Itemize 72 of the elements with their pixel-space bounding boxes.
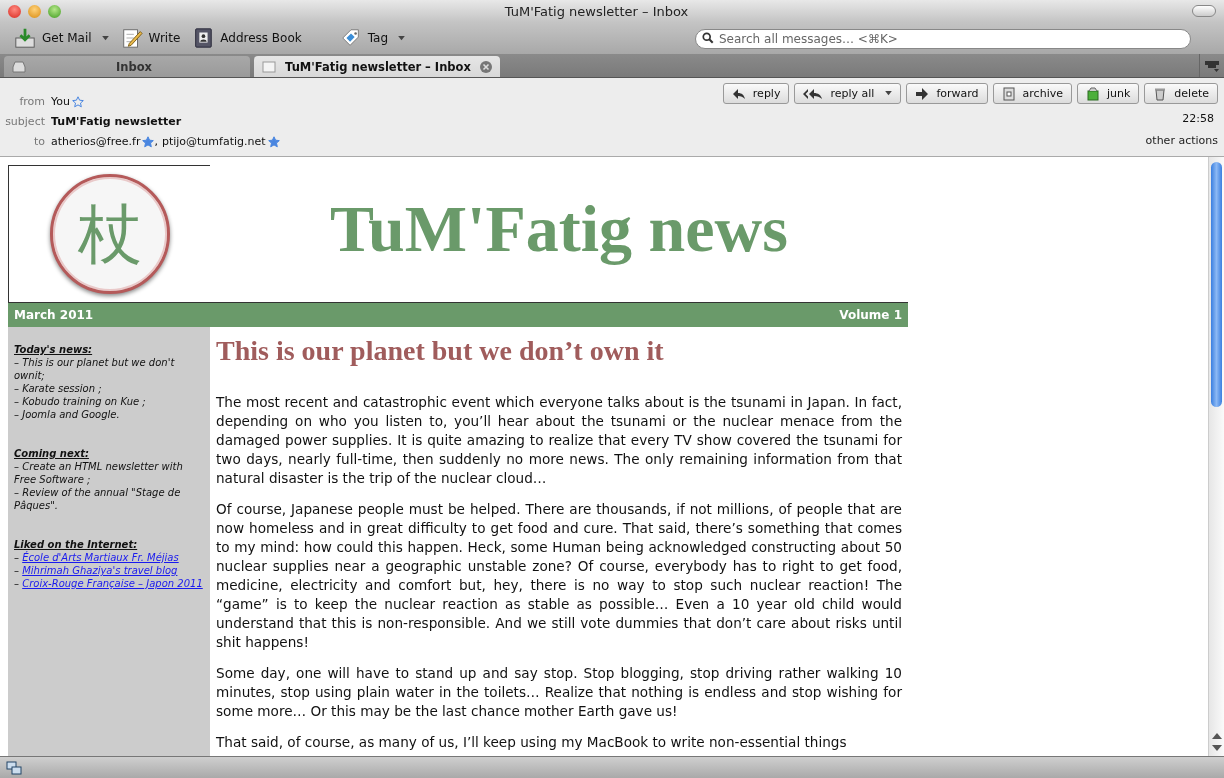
newsletter-title: TuM'Fatig news xyxy=(329,190,789,267)
article-title: This is our planet but we don’t own it xyxy=(216,335,665,367)
list-dash: – xyxy=(14,552,20,563)
logo-character: 杖 xyxy=(77,202,142,266)
list-dash: – xyxy=(14,565,20,576)
sidebar-item: – Review of the annual "Stage de Pâques". xyxy=(14,486,182,512)
sidebar-item: – Create an HTML newsletter with Free Software ; xyxy=(14,460,184,486)
message-time: 22:58 xyxy=(1182,112,1215,125)
other-actions-link[interactable]: other actions xyxy=(1145,134,1218,147)
sidebar-heading: Liked on the Internet: xyxy=(14,538,139,551)
message-action-button[interactable]: forward xyxy=(906,83,988,104)
sidebar-item: – Karate session ; xyxy=(14,382,103,395)
message-action-button[interactable]: reply all xyxy=(794,83,902,104)
star-icon[interactable] xyxy=(71,95,84,108)
subject-text: TuM'Fatig newsletter xyxy=(51,115,182,128)
message-action-button[interactable]: junk xyxy=(1076,83,1140,104)
pencil-notepad-icon xyxy=(120,27,143,49)
sidebar-item: – Kobudo training on Kue ; xyxy=(14,395,147,408)
search-icon xyxy=(702,32,714,44)
message-action-button[interactable]: archive xyxy=(992,83,1072,104)
sidebar-heading: Today's news: xyxy=(14,343,94,356)
scroll-down-icon[interactable] xyxy=(1211,744,1222,752)
article-paragraph: Of course, Japanese people must be helped. There are thousands, if not millions, of people that are now homeless and in great difficulty to get food and cure. That said, there’s something that comes to my mind: how could this happen. Heck, some Human being acknowledged constructing about 50 nuclear supplies near a geographic unstable zone? Of course, everybody has to right to get food, medicine, electricity and comfort but, hey, there is no way to stop such nuclear reaction! The “game” is to keep the nuclear reaction as stable as possible… Even a 10 year old child would understand that this is non-responsible. And we still vote dummies that don’t care about risks until shit happens! xyxy=(216,500,902,652)
to-label: to xyxy=(32,135,45,148)
sender-name[interactable]: You xyxy=(51,95,70,108)
network-computers-icon[interactable] xyxy=(6,760,22,775)
article-paragraph: The most recent and catastrophic event which everyone talks about is the tsunami in Japan. In fact, depending on who you listen to, you’ll hear about the tsunami or the nuclear menace from the damaged power supplies. It is quite amazing to realize that every TV show covered the tsunami for two days, nearly full-time, then suddenly no more news. The only remaining information from that natural disaster is the trip of the nuclear cloud… xyxy=(216,393,902,488)
tab[interactable]: TuM'Fatig newsletter – Inbox xyxy=(254,56,500,77)
toolbar-button[interactable]: Tag xyxy=(333,24,412,52)
envelope-icon xyxy=(262,60,276,73)
sidebar-link[interactable]: Mihrimah Ghaziya's travel blog xyxy=(22,565,178,576)
issue-volume: Volume 1 xyxy=(839,308,902,322)
close-window-button[interactable] xyxy=(8,4,21,18)
subject-label: subject xyxy=(4,115,45,128)
search-field[interactable]: Search all messages… <⌘K> xyxy=(695,29,1191,49)
sidebar-item: – This is our planet but we don't ownit; xyxy=(14,356,176,382)
close-tab-icon[interactable] xyxy=(480,60,492,73)
download-tray-icon xyxy=(14,27,36,49)
recipient-address[interactable]: ptijo@tumfatig.net xyxy=(161,135,266,148)
toolbar-button[interactable]: Address Book xyxy=(186,24,308,52)
scrollbar-thumb[interactable] xyxy=(1211,162,1222,407)
from-label: from xyxy=(18,95,45,108)
recycle-bin-icon xyxy=(1085,86,1100,101)
article-paragraph: Some day, one will have to stand up and say stop. Stop blogging, stop driving rather walking 10 minutes, stop using plain water in the toilets… Realize that nothing is endless and stop wishing for some more… Or this may be the last chance mother Earth gave us! xyxy=(216,664,902,721)
recipient-address[interactable]: atherios@free.fr xyxy=(51,135,141,148)
issue-date: March 2011 xyxy=(14,308,94,322)
message-action-button[interactable]: delete xyxy=(1144,83,1218,104)
star-icon[interactable] xyxy=(267,135,280,148)
tab-list-icon xyxy=(1204,59,1220,72)
toolbar-button[interactable]: Write xyxy=(114,24,187,52)
zoom-window-button[interactable] xyxy=(48,4,61,18)
star-icon[interactable] xyxy=(142,135,155,148)
inbox-tray-icon xyxy=(12,60,26,73)
message-action-button[interactable]: reply xyxy=(722,83,790,104)
vertical-scrollbar[interactable] xyxy=(1208,157,1224,756)
address-separator: , xyxy=(154,135,158,148)
archive-box-icon xyxy=(1001,86,1016,101)
toolbar-toggle-button[interactable] xyxy=(1192,5,1216,17)
tab[interactable]: Inbox xyxy=(4,56,250,77)
scroll-up-icon[interactable] xyxy=(1211,732,1222,740)
sidebar-item: – Joomla and Google. xyxy=(14,408,121,421)
sidebar-link[interactable]: Croix-Rouge Française – Japon 2011 xyxy=(22,578,203,589)
sidebar-link[interactable]: École d'Arts Martiaux Fr. Méjias xyxy=(22,552,179,563)
article-paragraph: That said, of course, as many of us, I’ll keep using my MacBook to write non-essential things xyxy=(216,733,848,752)
list-dash: – xyxy=(14,578,20,589)
right-arrow-icon xyxy=(915,86,930,101)
tag-icon xyxy=(339,27,362,49)
window-title: TuM'Fatig newsletter – Inbox xyxy=(503,3,690,19)
trash-can-icon xyxy=(1153,86,1168,101)
address-book-icon xyxy=(192,27,215,49)
toolbar-button[interactable]: Get Mail xyxy=(8,24,115,52)
sidebar-heading: Coming next: xyxy=(14,447,90,460)
